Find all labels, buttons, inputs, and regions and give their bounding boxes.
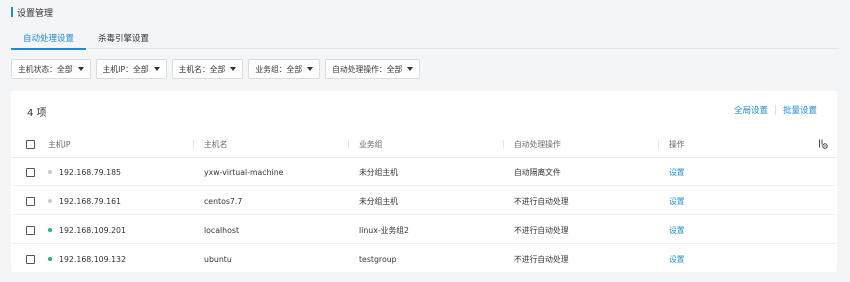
caret-down-icon <box>407 67 414 71</box>
page-title-text: 设置管理 <box>17 8 54 19</box>
column-divider <box>348 140 349 149</box>
business-group: 未分组主机 <box>359 196 398 206</box>
column-divider <box>658 140 659 149</box>
status-dot-icon <box>48 199 52 203</box>
host-ip-cell: 192.168.79.161 <box>48 187 121 215</box>
filter-label: 主机名：全部 <box>178 64 226 74</box>
batch-settings-link[interactable]: 批量设置 <box>783 104 817 116</box>
row-settings-link[interactable]: 设置 <box>669 158 685 186</box>
host-ip: 192.168.109.132 <box>59 254 126 264</box>
table-row: 192.168.109.201 localhost linux-业务组2 不进行… <box>11 216 837 244</box>
filter-hostname[interactable]: 主机名：全部 <box>171 59 244 79</box>
row-settings-link[interactable]: 设置 <box>669 187 685 215</box>
filter-bar: 主机状态：全部 主机IP：全部 主机名：全部 业务组：全部 自动处理操作：全部 <box>11 59 421 79</box>
column-divider <box>503 140 504 149</box>
caret-down-icon <box>230 67 237 71</box>
auto-action: 不进行自动处理 <box>514 196 569 206</box>
business-group: 未分组主机 <box>359 167 398 177</box>
title-accent-bar <box>11 7 13 17</box>
item-count: 4 项 <box>27 108 47 119</box>
auto-action: 不进行自动处理 <box>514 254 569 264</box>
header-hostname: 主机名 <box>204 139 228 149</box>
status-dot-icon <box>48 170 52 174</box>
tab-auto-handling-settings[interactable]: 自动处理设置 <box>11 31 87 50</box>
filter-business-group[interactable]: 业务组：全部 <box>248 59 321 79</box>
table-row: 192.168.79.161 centos7.7 未分组主机 不进行自动处理 设… <box>11 187 837 215</box>
caret-down-icon <box>153 67 160 71</box>
caret-down-icon <box>77 67 84 71</box>
table-row: 192.168.109.132 ubuntu testgroup 不进行自动处理… <box>11 245 837 273</box>
business-group: testgroup <box>359 254 397 264</box>
hostname: centos7.7 <box>204 196 243 206</box>
business-group: linux-业务组2 <box>359 225 409 235</box>
host-ip: 192.168.109.201 <box>59 225 126 235</box>
hostname: yxw-virtual-machine <box>204 167 284 177</box>
host-ip: 192.168.79.161 <box>59 196 122 206</box>
auto-action: 自动隔离文件 <box>514 167 561 177</box>
filter-auto-action[interactable]: 自动处理操作：全部 <box>325 59 421 79</box>
header-operation: 操作 <box>669 139 685 149</box>
row-checkbox[interactable] <box>26 225 35 235</box>
header-host-ip: 主机IP <box>48 139 71 149</box>
host-table-card: 4 项 全局设置 批量设置 主机IP 主机名 业务组 自动处理操作 操作 192… <box>11 91 837 272</box>
row-checkbox[interactable] <box>26 167 35 177</box>
host-ip-cell: 192.168.109.201 <box>48 216 126 244</box>
tab-antivirus-engine-settings[interactable]: 杀毒引擎设置 <box>86 31 161 48</box>
table-header: 主机IP 主机名 业务组 自动处理操作 操作 <box>11 130 837 158</box>
row-settings-link[interactable]: 设置 <box>669 245 685 273</box>
select-all-checkbox[interactable] <box>26 139 35 149</box>
filter-host-status[interactable]: 主机状态：全部 <box>11 59 91 79</box>
host-ip: 192.168.79.185 <box>59 167 122 177</box>
header-business-group: 业务组 <box>359 139 383 149</box>
page-title: 设置管理 <box>11 6 54 19</box>
hostname: localhost <box>204 225 239 235</box>
filter-label: 主机状态：全部 <box>18 64 73 74</box>
filter-label: 主机IP：全部 <box>102 64 149 74</box>
global-settings-link[interactable]: 全局设置 <box>734 104 768 116</box>
row-settings-link[interactable]: 设置 <box>669 216 685 244</box>
status-dot-icon <box>48 257 52 261</box>
auto-action: 不进行自动处理 <box>514 225 569 235</box>
filter-label: 自动处理操作：全部 <box>332 64 403 74</box>
column-settings-icon[interactable] <box>818 139 828 149</box>
filter-host-ip[interactable]: 主机IP：全部 <box>95 59 167 79</box>
host-ip-cell: 192.168.79.185 <box>48 158 121 186</box>
table-actions: 全局设置 批量设置 <box>734 104 817 116</box>
caret-down-icon <box>307 67 314 71</box>
host-ip-cell: 192.168.109.132 <box>48 245 126 273</box>
tab-bar: 自动处理设置 杀毒引擎设置 <box>11 31 839 50</box>
hostname: ubuntu <box>204 254 232 264</box>
table-row: 192.168.79.185 yxw-virtual-machine 未分组主机… <box>11 158 837 186</box>
divider <box>774 105 776 115</box>
row-checkbox[interactable] <box>26 254 35 264</box>
status-dot-icon <box>48 228 52 232</box>
column-divider <box>193 140 194 149</box>
header-auto-action: 自动处理操作 <box>514 139 561 149</box>
row-checkbox[interactable] <box>26 196 35 206</box>
filter-label: 业务组：全部 <box>255 64 303 74</box>
